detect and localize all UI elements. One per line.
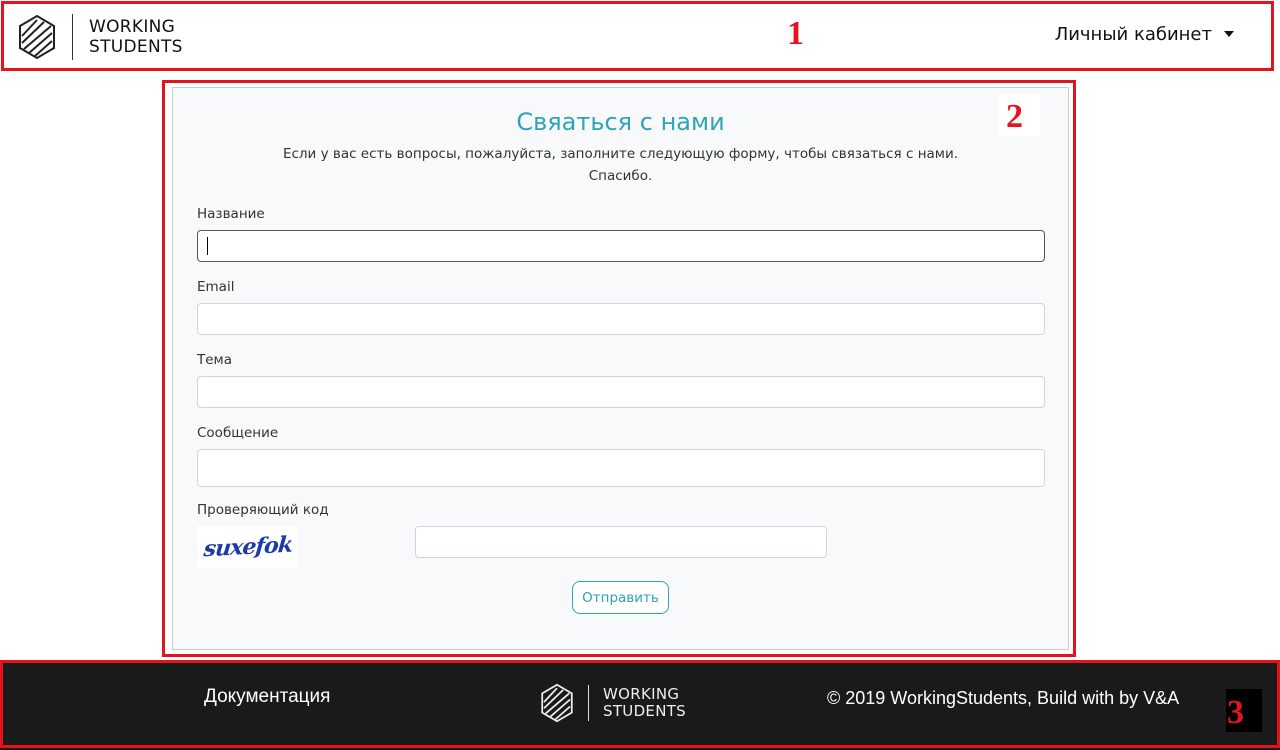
annotation-number-1: 1 xyxy=(787,15,804,52)
annotation-frame-2 xyxy=(162,80,1076,657)
annotation-number-2: 2 xyxy=(1006,98,1023,135)
annotation-frame-1 xyxy=(1,1,1274,71)
annotation-frame-3 xyxy=(0,660,1280,748)
annotation-number-3: 3 xyxy=(1227,694,1244,731)
